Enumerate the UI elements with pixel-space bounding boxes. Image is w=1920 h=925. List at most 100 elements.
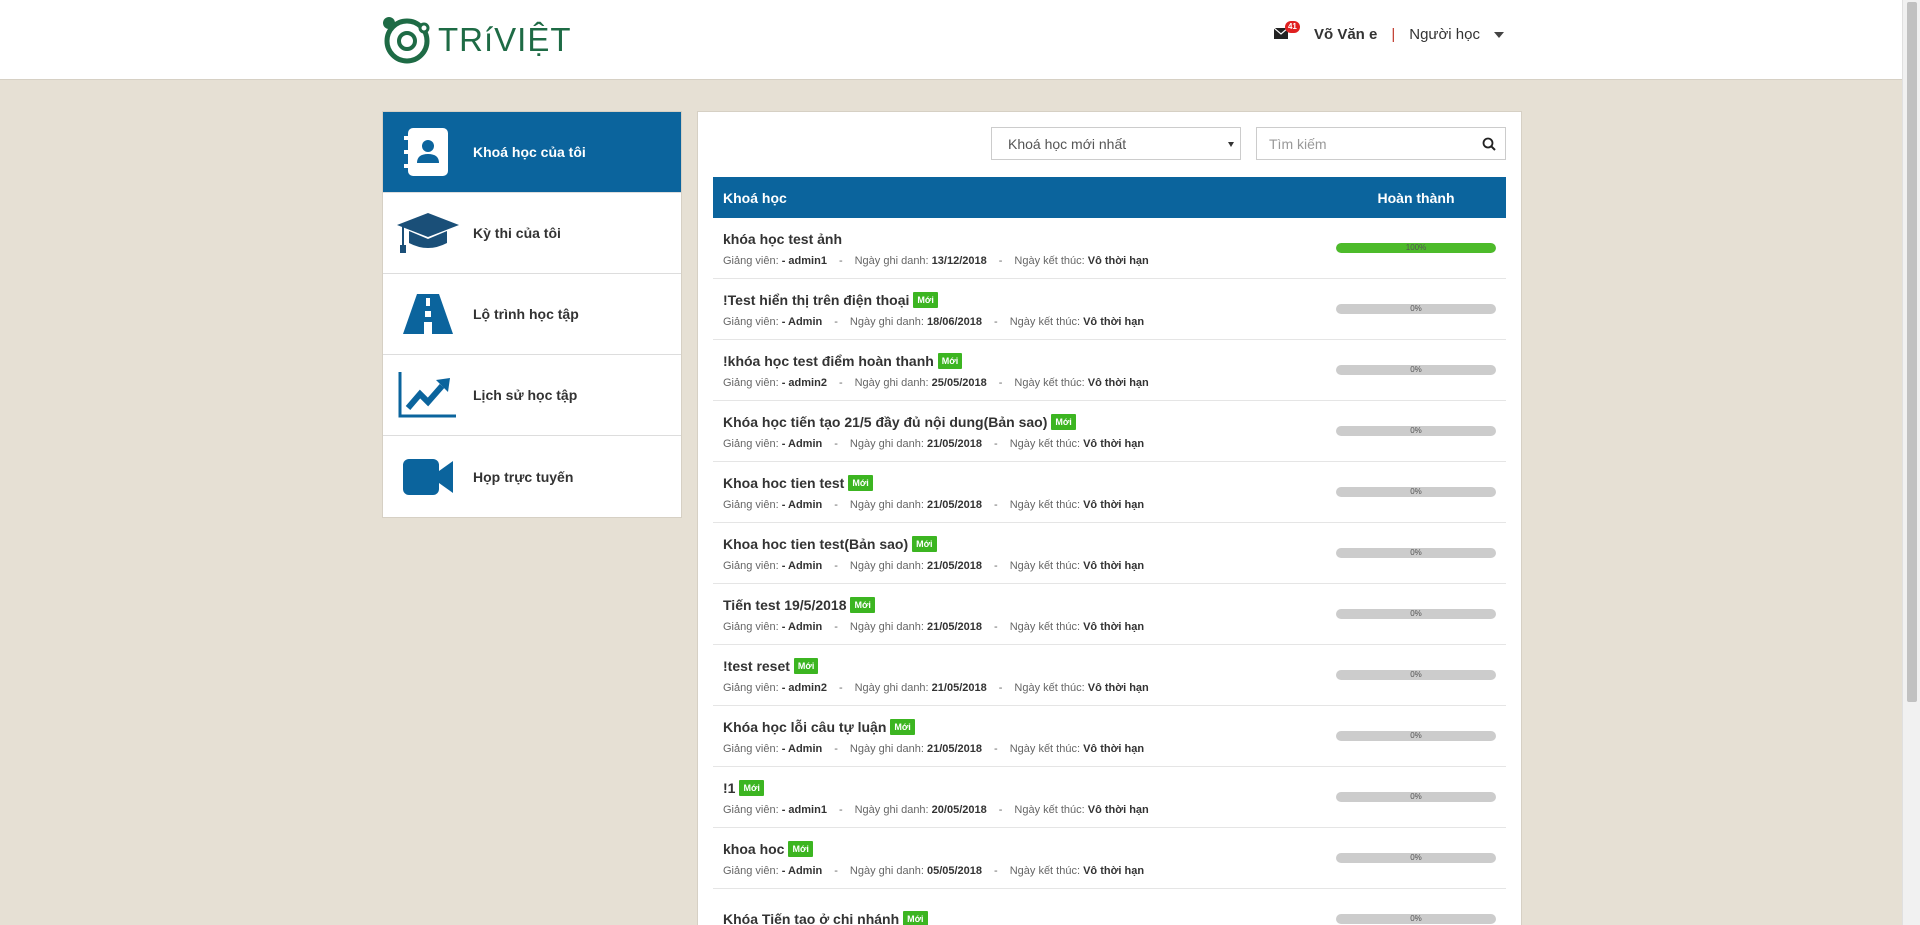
- table-row[interactable]: Tiến test 19/5/2018 Mới Giảng viên: - Admi…: [713, 584, 1506, 645]
- progress-bar: 0%: [1336, 609, 1496, 619]
- user-area: 41 Võ Văn e | Người học: [1273, 20, 1504, 43]
- contact-book-icon: [383, 126, 473, 178]
- mail-button[interactable]: 41: [1273, 20, 1300, 42]
- sidebar-item-learning-path[interactable]: Lộ trình học tập: [383, 274, 681, 355]
- course-title[interactable]: !test reset: [723, 658, 790, 674]
- completion-cell: 0%: [1326, 365, 1506, 375]
- enroll-date-label: Ngày ghi danh:: [849, 621, 927, 633]
- course-meta: Giảng viên: - admin2- Ngày ghi danh: 21/0…: [723, 682, 1326, 694]
- end-date-label: Ngày kết thúc:: [1009, 621, 1084, 633]
- course-title[interactable]: Khóa Tiến tạo ở chi nhánh: [723, 911, 899, 925]
- table-row[interactable]: khóa học test ảnh Giảng viên: - admin1- Ng…: [713, 218, 1506, 279]
- new-badge: Mới: [848, 475, 873, 491]
- teacher-label: Giảng viên:: [723, 682, 782, 694]
- table-row[interactable]: Khoa hoc tien test(Bản sao) Mới Giảng viên…: [713, 523, 1506, 584]
- meta-separator: -: [994, 560, 998, 572]
- user-name[interactable]: Võ Văn e: [1314, 26, 1377, 43]
- course-title-line: !Test hiển thị trên điện thoại Mới: [723, 290, 1326, 310]
- enroll-date-value: 18/06/2018: [926, 316, 983, 328]
- meta-separator: -: [838, 377, 843, 389]
- mail-count-badge: 41: [1284, 20, 1300, 33]
- table-row[interactable]: !Test hiển thị trên điện thoại Mới Giảng v…: [713, 279, 1506, 340]
- progress-bar: 0%: [1336, 853, 1496, 863]
- course-panel: Khoá học mới nhất Khoá học Hoàn thành kh…: [697, 111, 1522, 925]
- teacher-label: Giảng viên:: [723, 499, 782, 511]
- table-row[interactable]: Khoa hoc tien test Mới Giảng viên: - Admin…: [713, 462, 1506, 523]
- course-title[interactable]: Khoa hoc tien test: [723, 475, 844, 491]
- end-date-label: Ngày kết thúc:: [1009, 560, 1084, 572]
- sidebar-item-my-courses[interactable]: Khoá học của tôi: [383, 112, 681, 193]
- table-row[interactable]: Khóa học lỗi câu tự luận Mới Giảng viên: -…: [713, 706, 1506, 767]
- table-row[interactable]: !1 Mới Giảng viên: - admin1- Ngày ghi danh:…: [713, 767, 1506, 828]
- end-date-value: Vô thời hạn: [1087, 255, 1149, 267]
- course-title-line: !1 Mới: [723, 778, 1326, 798]
- scrollbar-thumb[interactable]: [1907, 2, 1917, 702]
- progress-label: 0%: [1410, 609, 1422, 618]
- meta-separator: -: [998, 682, 1003, 694]
- sort-select[interactable]: Khoá học mới nhất: [991, 127, 1241, 160]
- course-title[interactable]: !Test hiển thị trên điện thoại: [723, 292, 909, 308]
- search-box: [1256, 127, 1506, 160]
- completion-cell: 0%: [1326, 609, 1506, 619]
- enroll-date-label: Ngày ghi danh:: [849, 743, 927, 755]
- progress-label: 0%: [1410, 548, 1422, 557]
- meta-separator: -: [834, 743, 838, 755]
- search-icon[interactable]: [1482, 137, 1496, 156]
- course-title[interactable]: !1: [723, 780, 735, 796]
- meta-separator: -: [838, 255, 843, 267]
- meta-separator: -: [834, 499, 838, 511]
- table-row[interactable]: khoa hoc Mới Giảng viên: - Admin - Ngày ghi …: [713, 828, 1506, 889]
- end-date-value: Vô thời hạn: [1083, 865, 1145, 877]
- meta-separator: -: [834, 560, 838, 572]
- course-title[interactable]: khoa hoc: [723, 841, 784, 857]
- completion-cell: 100%: [1326, 243, 1506, 253]
- end-date-label: Ngày kết thúc:: [1014, 682, 1088, 694]
- course-title[interactable]: Khoa hoc tien test(Bản sao): [723, 536, 908, 552]
- course-info: !1 Mới Giảng viên: - admin1- Ngày ghi danh:…: [713, 778, 1326, 816]
- progress-label: 0%: [1410, 731, 1422, 740]
- progress-label: 0%: [1410, 670, 1422, 679]
- sidebar-item-my-exams[interactable]: Kỳ thi của tôi: [383, 193, 681, 274]
- course-info: !Test hiển thị trên điện thoại Mới Giảng v…: [713, 290, 1326, 328]
- page-scrollbar[interactable]: [1902, 0, 1920, 925]
- course-info: Khoa hoc tien test Mới Giảng viên: - Admin…: [713, 473, 1326, 511]
- progress-bar: 0%: [1336, 365, 1496, 375]
- course-title[interactable]: Khóa học lỗi câu tự luận: [723, 719, 886, 735]
- course-title[interactable]: Khóa học tiến tạo 21/5 đầy đủ nội dung(B…: [723, 414, 1047, 430]
- course-meta: Giảng viên: - Admin - Ngày ghi danh: 21/05…: [723, 560, 1326, 572]
- course-title[interactable]: khóa học test ảnh: [723, 231, 842, 247]
- meta-separator: -: [834, 438, 838, 450]
- course-title-line: Khoa hoc tien test(Bản sao) Mới: [723, 534, 1326, 554]
- table-row[interactable]: !khóa học test điểm hoàn thanh Mới Giảng v…: [713, 340, 1506, 401]
- course-meta: Giảng viên: - admin1- Ngày ghi danh: 20/0…: [723, 804, 1326, 816]
- teacher-value: - admin1: [781, 804, 827, 816]
- sidebar-item-learning-history[interactable]: Lịch sử học tập: [383, 355, 681, 436]
- search-input[interactable]: [1257, 128, 1467, 159]
- enroll-date-value: 13/12/2018: [931, 255, 987, 267]
- completion-cell: 0%: [1326, 426, 1506, 436]
- course-info: Khoa hoc tien test(Bản sao) Mới Giảng viên…: [713, 534, 1326, 572]
- trend-chart-icon: [383, 372, 473, 418]
- table-row[interactable]: !test reset Mới Giảng viên: - admin2- Ngày …: [713, 645, 1506, 706]
- course-meta: Giảng viên: - admin2- Ngày ghi danh: 25/0…: [723, 377, 1326, 389]
- course-title-line: Khóa học lỗi câu tự luận Mới: [723, 717, 1326, 737]
- course-title[interactable]: Tiến test 19/5/2018: [723, 597, 846, 613]
- teacher-value: - Admin: [781, 560, 823, 572]
- role-dropdown[interactable]: Người học: [1409, 26, 1504, 43]
- course-title-line: !test reset Mới: [723, 656, 1326, 676]
- table-row[interactable]: Khóa học tiến tạo 21/5 đầy đủ nội dung(B…: [713, 401, 1506, 462]
- table-row[interactable]: Khóa Tiến tạo ở chi nhánh Mới 0%: [713, 889, 1506, 925]
- end-date-label: Ngày kết thúc:: [1009, 743, 1084, 755]
- meta-separator: -: [994, 316, 998, 328]
- course-meta: Giảng viên: - Admin - Ngày ghi danh: 21/05…: [723, 621, 1326, 633]
- teacher-label: Giảng viên:: [723, 255, 782, 267]
- sidebar-item-label: Họp trực tuyến: [473, 468, 574, 485]
- course-title[interactable]: !khóa học test điểm hoàn thanh: [723, 353, 934, 369]
- new-badge: Mới: [937, 353, 963, 369]
- sidebar-item-online-meeting[interactable]: Họp trực tuyến: [383, 436, 681, 517]
- course-info: !test reset Mới Giảng viên: - admin2- Ngày …: [713, 656, 1326, 694]
- teacher-value: - Admin: [781, 865, 823, 877]
- logo[interactable]: TRíVIỆT: [380, 14, 572, 66]
- course-meta: Giảng viên: - Admin - Ngày ghi danh: 05/05…: [723, 865, 1326, 877]
- teacher-value: - Admin: [781, 438, 823, 450]
